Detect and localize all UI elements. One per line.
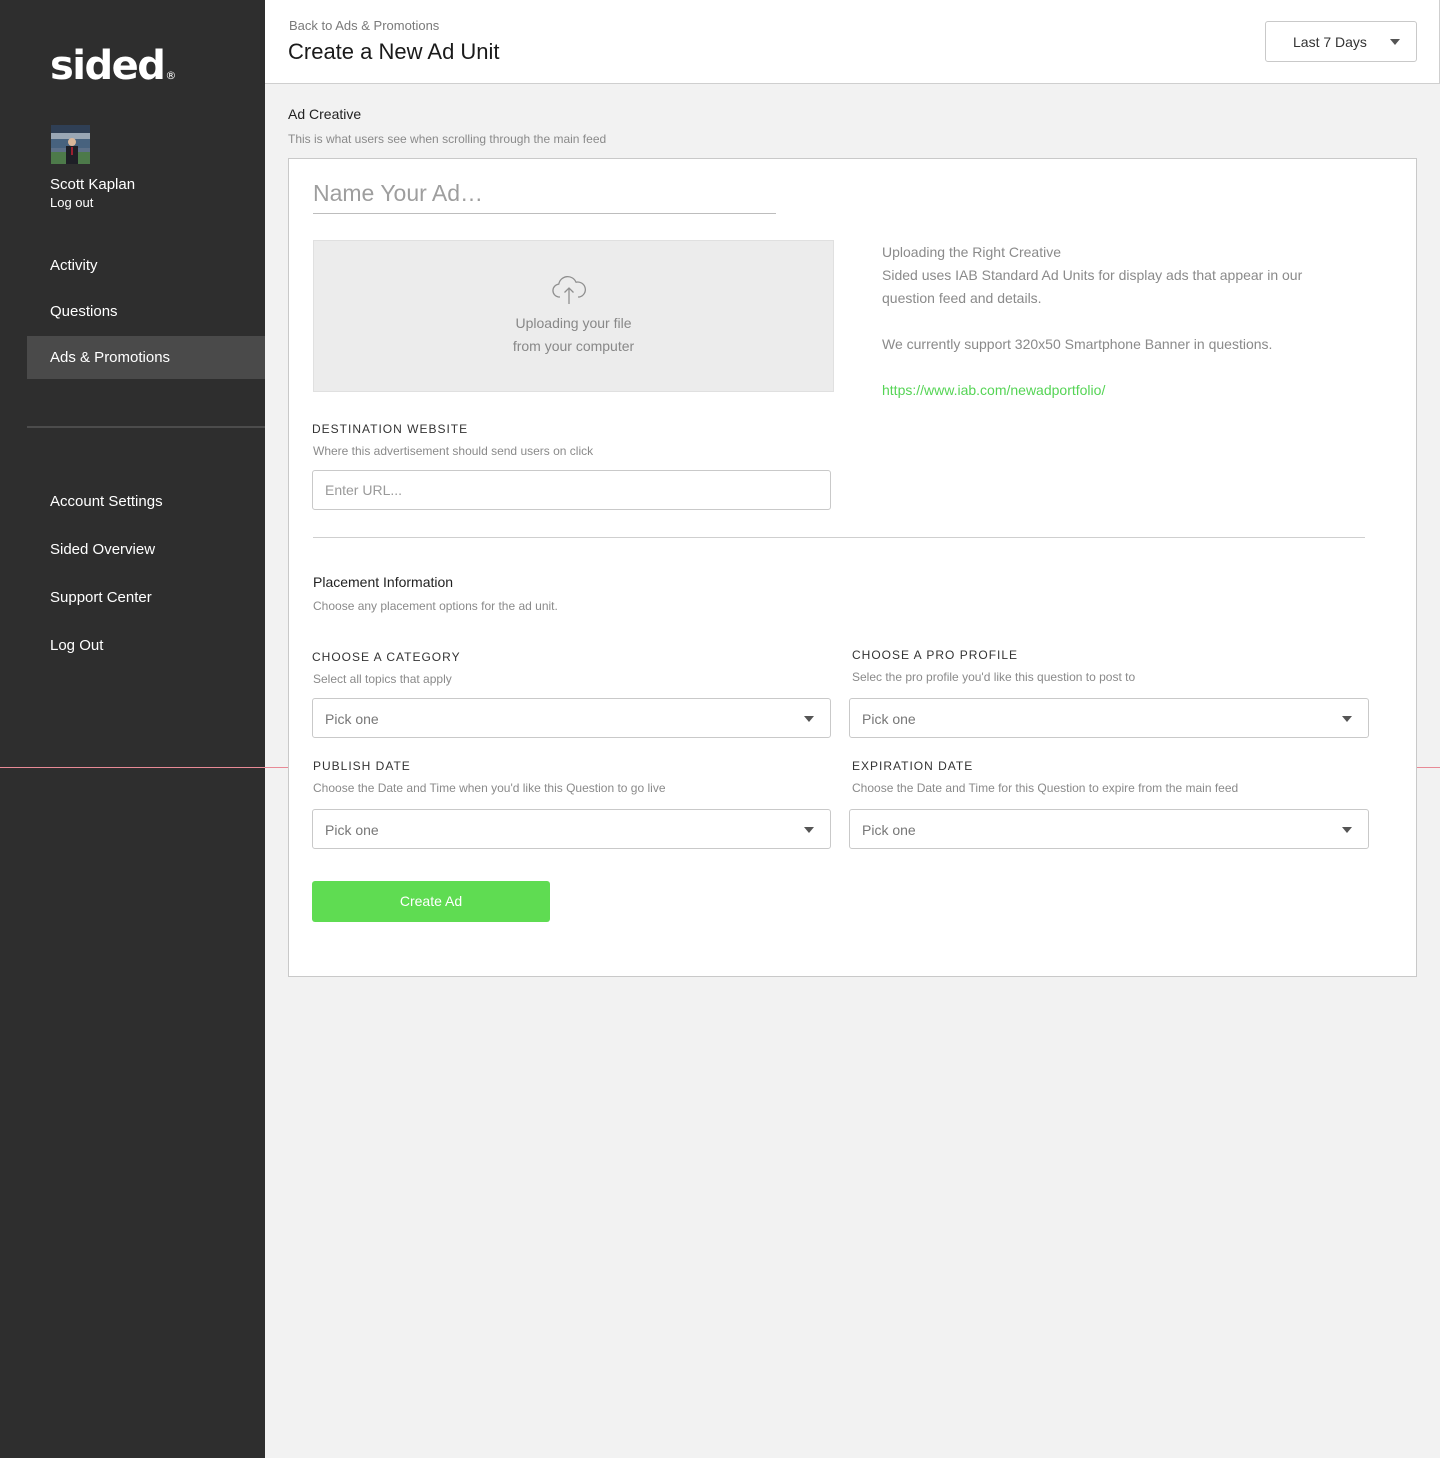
date-range-value: Last 7 Days (1293, 34, 1367, 50)
destination-url-input[interactable] (312, 470, 831, 510)
sidebar-divider (27, 426, 265, 428)
nav-item-label: Activity (50, 257, 98, 274)
nav-item-label: Sided Overview (50, 541, 156, 558)
avatar[interactable] (51, 125, 90, 164)
nav-item-label: Account Settings (50, 493, 163, 510)
chevron-down-icon (1342, 716, 1352, 722)
nav-item-label: Log Out (50, 637, 104, 654)
ad-form-card: Uploading your file from your computer U… (288, 158, 1417, 977)
cloud-upload-icon (552, 276, 586, 304)
page-title: Create a New Ad Unit (288, 39, 500, 64)
expiration-date-hint: Choose the Date and Time for this Questi… (852, 781, 1239, 795)
expiration-date-select-value: Pick one (862, 822, 916, 838)
nav-item-label: Questions (50, 303, 118, 320)
avatar-photo (51, 125, 90, 164)
nav-item-account-settings[interactable]: Account Settings (27, 480, 265, 523)
category-select-value: Pick one (325, 711, 379, 727)
date-range-select[interactable]: Last 7 Days (1265, 21, 1417, 62)
pro-profile-hint: Selec the pro profile you'd like this qu… (852, 670, 1136, 684)
publish-date-label: PUBLISH DATE (313, 759, 411, 773)
guidelines-support: We currently support 320x50 Smartphone B… (882, 336, 1273, 352)
chevron-down-icon (804, 716, 814, 722)
category-label: CHOOSE A CATEGORY (312, 650, 461, 664)
ad-creative-subtitle: This is what users see when scrolling th… (288, 132, 607, 146)
nav-item-questions[interactable]: Questions (27, 290, 265, 333)
publish-date-select-value: Pick one (325, 822, 379, 838)
placement-title: Placement Information (313, 574, 454, 590)
nav-item-ads-promotions[interactable]: Ads & Promotions (27, 336, 265, 379)
iab-link[interactable]: https://www.iab.com/newadportfolio/ (882, 379, 1342, 402)
guidelines-body: Sided uses IAB Standard Ad Units for dis… (882, 267, 1303, 306)
nav-item-label: Support Center (50, 589, 152, 606)
destination-label: DESTINATION WEBSITE (312, 422, 469, 436)
ad-name-input[interactable] (313, 179, 776, 214)
logo-text: sided (50, 43, 166, 89)
guide-line-left (0, 767, 288, 768)
upload-dropzone[interactable]: Uploading your file from your computer (313, 240, 834, 392)
guide-line-right (1417, 767, 1440, 768)
sided-logo[interactable]: sided® (50, 44, 176, 98)
pro-profile-select[interactable]: Pick one (849, 698, 1369, 738)
upload-text-line-2: from your computer (512, 338, 635, 354)
guidelines-heading: Uploading the Right Creative (882, 244, 1061, 260)
create-ad-button[interactable]: Create Ad (312, 881, 550, 922)
expiration-date-select[interactable]: Pick one (849, 809, 1369, 849)
upload-text-line-1: Uploading your file (515, 315, 632, 331)
chevron-down-icon (1342, 827, 1352, 833)
placement-subtitle: Choose any placement options for the ad … (313, 599, 558, 613)
category-select[interactable]: Pick one (312, 698, 831, 738)
user-logout-link[interactable]: Log out (50, 195, 93, 210)
publish-date-hint: Choose the Date and Time when you'd like… (313, 781, 666, 795)
sidebar: sided® Scott Kaplan Log out Activity Que… (0, 0, 265, 1458)
destination-hint: Where this advertisement should send use… (313, 444, 594, 458)
user-name: Scott Kaplan (50, 176, 136, 193)
pro-profile-label: CHOOSE A PRO PROFILE (852, 648, 1019, 662)
nav-item-log-out[interactable]: Log Out (27, 624, 265, 667)
nav-item-support-center[interactable]: Support Center (27, 576, 265, 619)
page-header: Back to Ads & Promotions Create a New Ad… (265, 0, 1440, 84)
section-divider (313, 537, 1365, 538)
publish-date-select[interactable]: Pick one (312, 809, 831, 849)
pro-profile-select-value: Pick one (862, 711, 916, 727)
registered-mark: ® (165, 69, 177, 82)
creative-guidelines: Uploading the Right Creative Sided uses … (882, 241, 1342, 402)
chevron-down-icon (804, 827, 814, 833)
nav-item-sided-overview[interactable]: Sided Overview (27, 528, 265, 571)
nav-item-label: Ads & Promotions (50, 349, 171, 366)
expiration-date-label: EXPIRATION DATE (852, 759, 974, 773)
back-link[interactable]: Back to Ads & Promotions (289, 18, 439, 33)
category-hint: Select all topics that apply (313, 672, 452, 686)
caret-down-icon (1390, 39, 1400, 45)
ad-creative-title: Ad Creative (288, 106, 362, 122)
nav-item-activity[interactable]: Activity (27, 244, 265, 287)
